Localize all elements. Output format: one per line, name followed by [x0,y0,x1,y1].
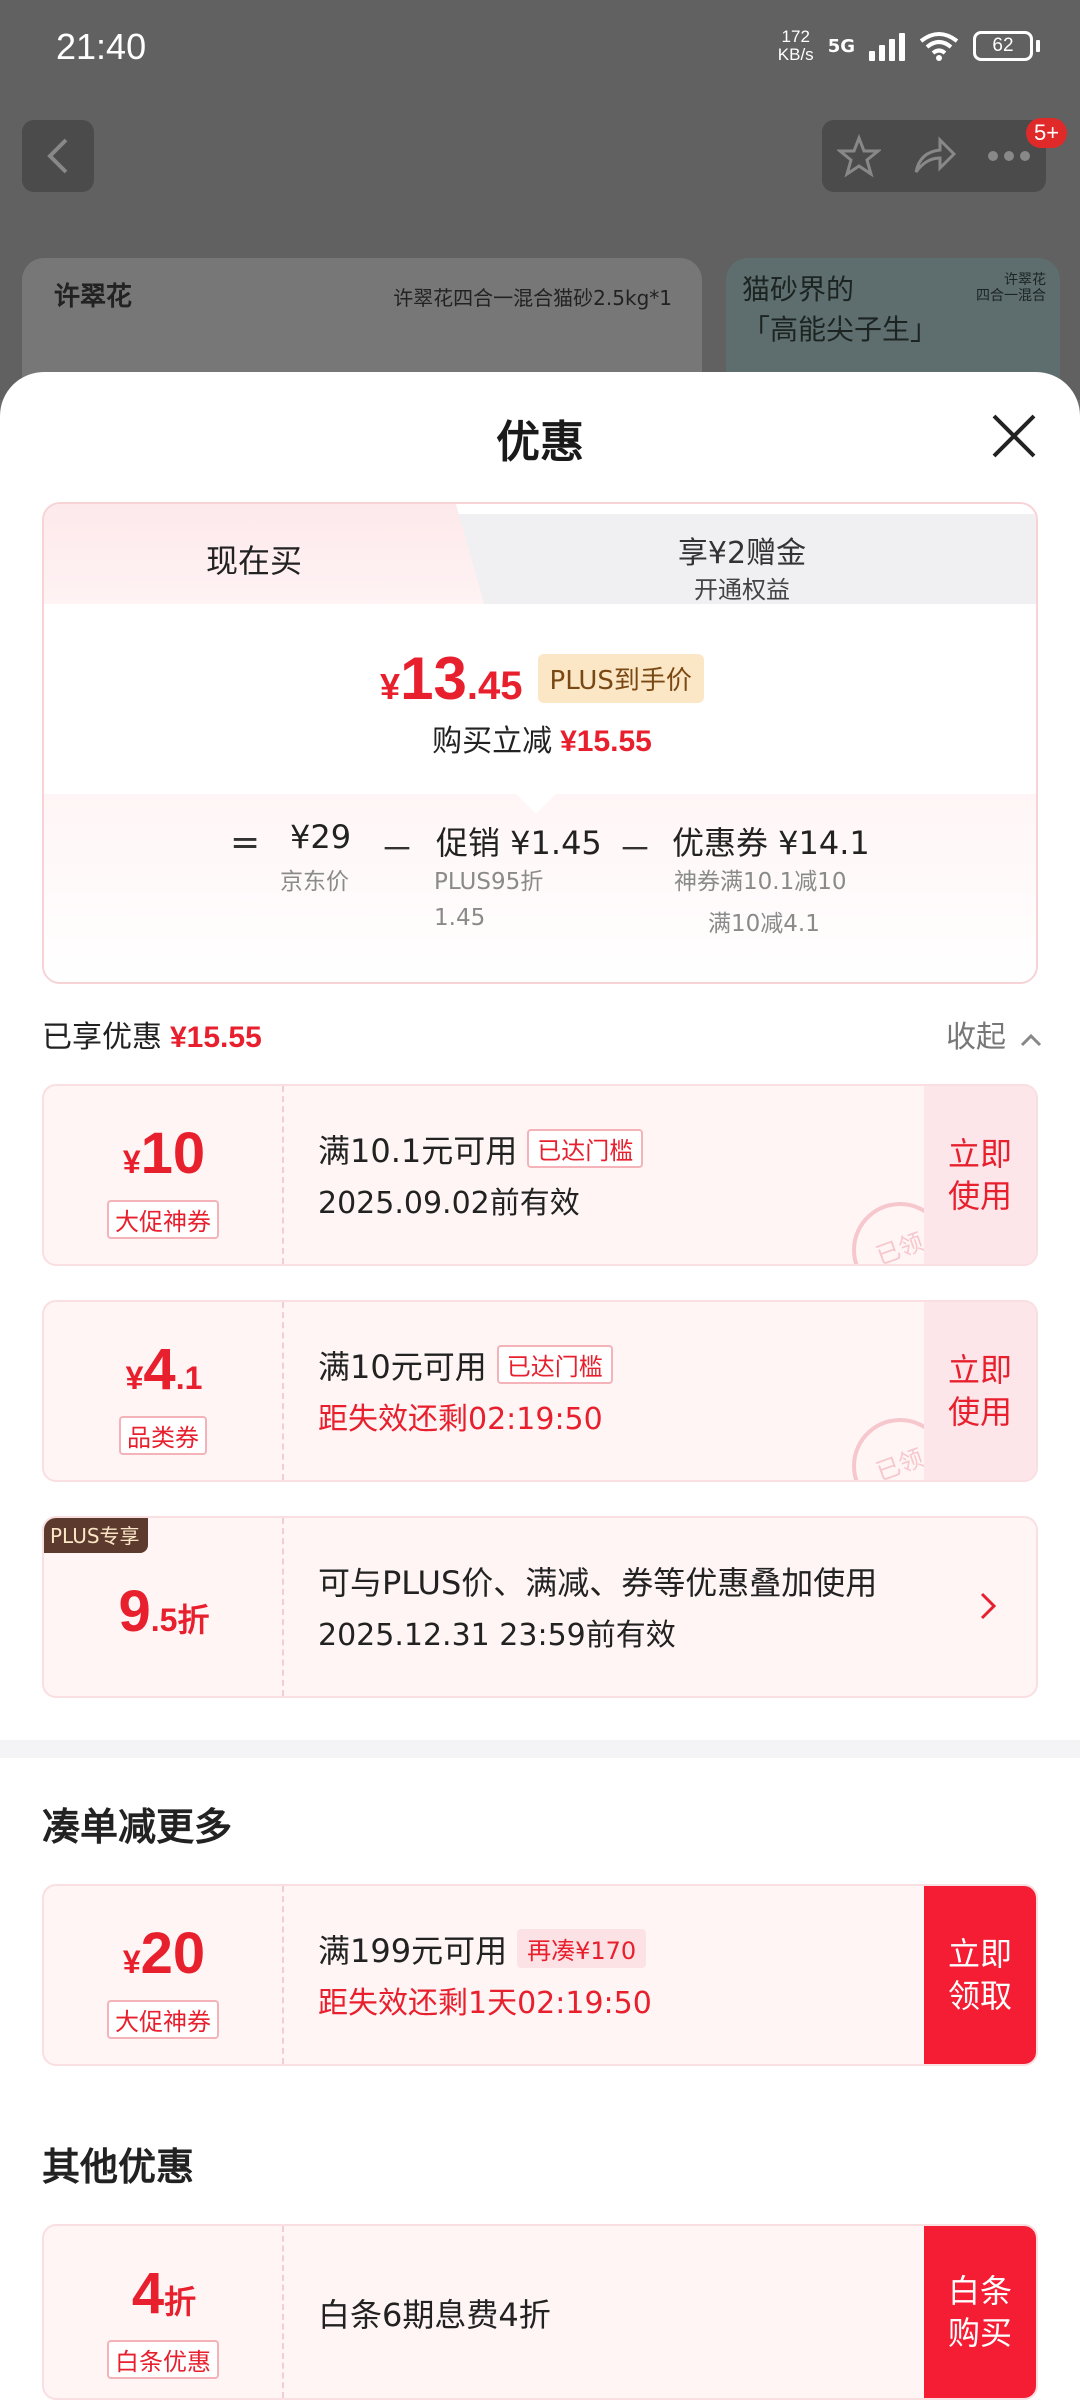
promo-detail-1: PLUS95折 [434,869,544,895]
coupon-value: ¥4.1 [125,1337,203,1402]
brand-name: 许翠花 [54,282,133,312]
discount-value: 9.5折 [118,1579,210,1644]
final-price: ¥13.45 [380,645,523,712]
use-now-button[interactable]: 立即使用 [924,1086,1036,1264]
jd-price: ¥29 [290,818,352,856]
promo-amount: 促销 ¥1.45 [436,824,602,862]
coupon-type-tag: 品类券 [119,1416,207,1455]
coupon-type-tag: 白条优惠 [107,2340,219,2379]
network-type: 5G [827,35,855,57]
price-calculation: = ¥29 京东价 － 促销 ¥1.45 PLUS95折 1.45 － 优惠券 … [44,774,1036,982]
more-icon[interactable] [987,150,1031,162]
collapse-button[interactable]: 收起 [946,1012,1042,1056]
final-price-area: ¥13.45 PLUS到手价 购买立减 ¥15.55 [44,604,1036,794]
close-icon[interactable] [988,410,1040,462]
sheet-title: 优惠 [496,417,584,468]
status-icons: 172 KB/s 5G 62 [778,28,1040,64]
promo-detail-2: 1.45 [434,905,486,931]
coupon-card: ¥20 大促神券 满199元可用 再凑¥170 距失效还剩1天02:19:50 立… [42,1884,1038,2066]
coupon-countdown: 距失效还剩1天02:19:50 [318,1986,652,2021]
star-icon[interactable] [837,134,882,178]
coupon-card: ¥4.1 品类券 满10元可用 已达门槛 距失效还剩02:19:50 已领 立即使… [42,1300,1038,1482]
chevron-up-icon [1020,1033,1041,1047]
promo-title: 猫砂界的 「高能尖子生」 [742,273,939,346]
coupon-value-area: ¥20 大促神券 [44,1886,284,2064]
product-name: 许翠花四合一混合猫砂2.5kg*1 [393,286,672,310]
baitiao-card: 4折 白条优惠 白条6期息费4折 白条购买 [42,2224,1038,2400]
notification-badge: 5+ [1026,118,1068,148]
coupon-value-area: ¥4.1 品类券 [44,1302,284,1480]
background-page: 21:40 172 KB/s 5G 62 5+ 许翠花 许翠花四合一混合猫砂2.… [0,0,1080,418]
purchase-discount: 购买立减 ¥15.55 [432,724,652,759]
chevron-right-icon [980,1592,997,1620]
status-time: 21:40 [56,26,147,67]
chevron-left-icon [47,138,68,174]
threshold-badge: 已达门槛 [527,1129,644,1168]
add-more-badge: 再凑¥170 [517,1929,647,1968]
back-button[interactable] [22,120,94,192]
baitiao-buy-button[interactable]: 白条购买 [924,2226,1036,2398]
plus-exclusive-badge: PLUS专享 [44,1518,148,1553]
plus-discount-card[interactable]: 9.5折 PLUS专享 可与PLUS价、满减、券等优惠叠加使用 2025.12.… [42,1516,1038,1698]
tab-plus-benefit[interactable]: 享¥2赠金 开通权益 [444,514,1036,604]
coupon-countdown: 距失效还剩02:19:50 [318,1402,603,1437]
share-icon[interactable] [912,134,956,178]
promo-side-text: 许翠花 四合一混合 [976,272,1046,304]
discount-validity: 2025.12.31 23:59前有效 [318,1618,676,1653]
coupon-card: ¥10 大促神券 满10.1元可用 已达门槛 2025.09.02前有效 已领 立… [42,1084,1038,1266]
claim-now-button[interactable]: 立即领取 [924,1886,1036,2064]
coupon-value-area: ¥10 大促神券 [44,1086,284,1264]
signal-icon [869,31,905,61]
section-title-more: 凑单减更多 [42,1805,233,1849]
coupon-validity: 2025.09.02前有效 [318,1186,580,1221]
threshold-badge: 已达门槛 [496,1345,613,1384]
coupon-value: ¥10 [122,1121,206,1186]
section-divider [0,1740,1080,1758]
section-title-other: 其他优惠 [42,2145,195,2189]
coupon-value-area: 4折 白条优惠 [44,2226,284,2398]
battery-icon: 62 [973,31,1040,61]
coupon-condition: 满199元可用 再凑¥170 [318,1926,647,1972]
header-tools [822,120,1046,192]
status-bar: 21:40 172 KB/s 5G 62 [0,0,1080,100]
coupon-amount: 优惠券 ¥14.1 [672,824,870,862]
coupon-type-tag: 大促神券 [107,1200,219,1239]
network-speed: 172 KB/s [777,27,814,64]
coupon-condition: 满10元可用 已达门槛 [318,1342,613,1388]
jd-price-label: 京东价 [280,869,349,895]
coupon-detail-2: 满10减4.1 [708,911,820,937]
enjoyed-discount: 已享优惠 ¥15.55 [42,1020,262,1055]
baitiao-description: 白条6期息费4折 [318,2296,551,2334]
tab-buy-now[interactable]: 现在买 [44,504,484,604]
discount-description: 可与PLUS价、满减、券等优惠叠加使用 [318,1564,878,1602]
coupon-value: ¥20 [122,1921,206,1986]
coupon-type-tag: 大促神券 [107,2000,219,2039]
coupon-detail-1: 神券满10.1减10 [674,869,847,895]
use-now-button[interactable]: 立即使用 [924,1302,1036,1480]
discount-sheet: 优惠 享¥2赠金 开通权益 现在买 ¥13.45 PLUS到手价 购买立减 ¥15… [0,372,1080,2400]
coupon-condition: 满10.1元可用 已达门槛 [318,1126,644,1172]
plus-price-tag: PLUS到手价 [537,654,704,703]
price-breakdown-panel: 享¥2赠金 开通权益 现在买 ¥13.45 PLUS到手价 购买立减 ¥15.55… [42,502,1038,984]
coupon-value: 4折 [131,2261,197,2326]
price-tabs: 享¥2赠金 开通权益 现在买 [44,504,1036,604]
wifi-icon [919,32,959,61]
